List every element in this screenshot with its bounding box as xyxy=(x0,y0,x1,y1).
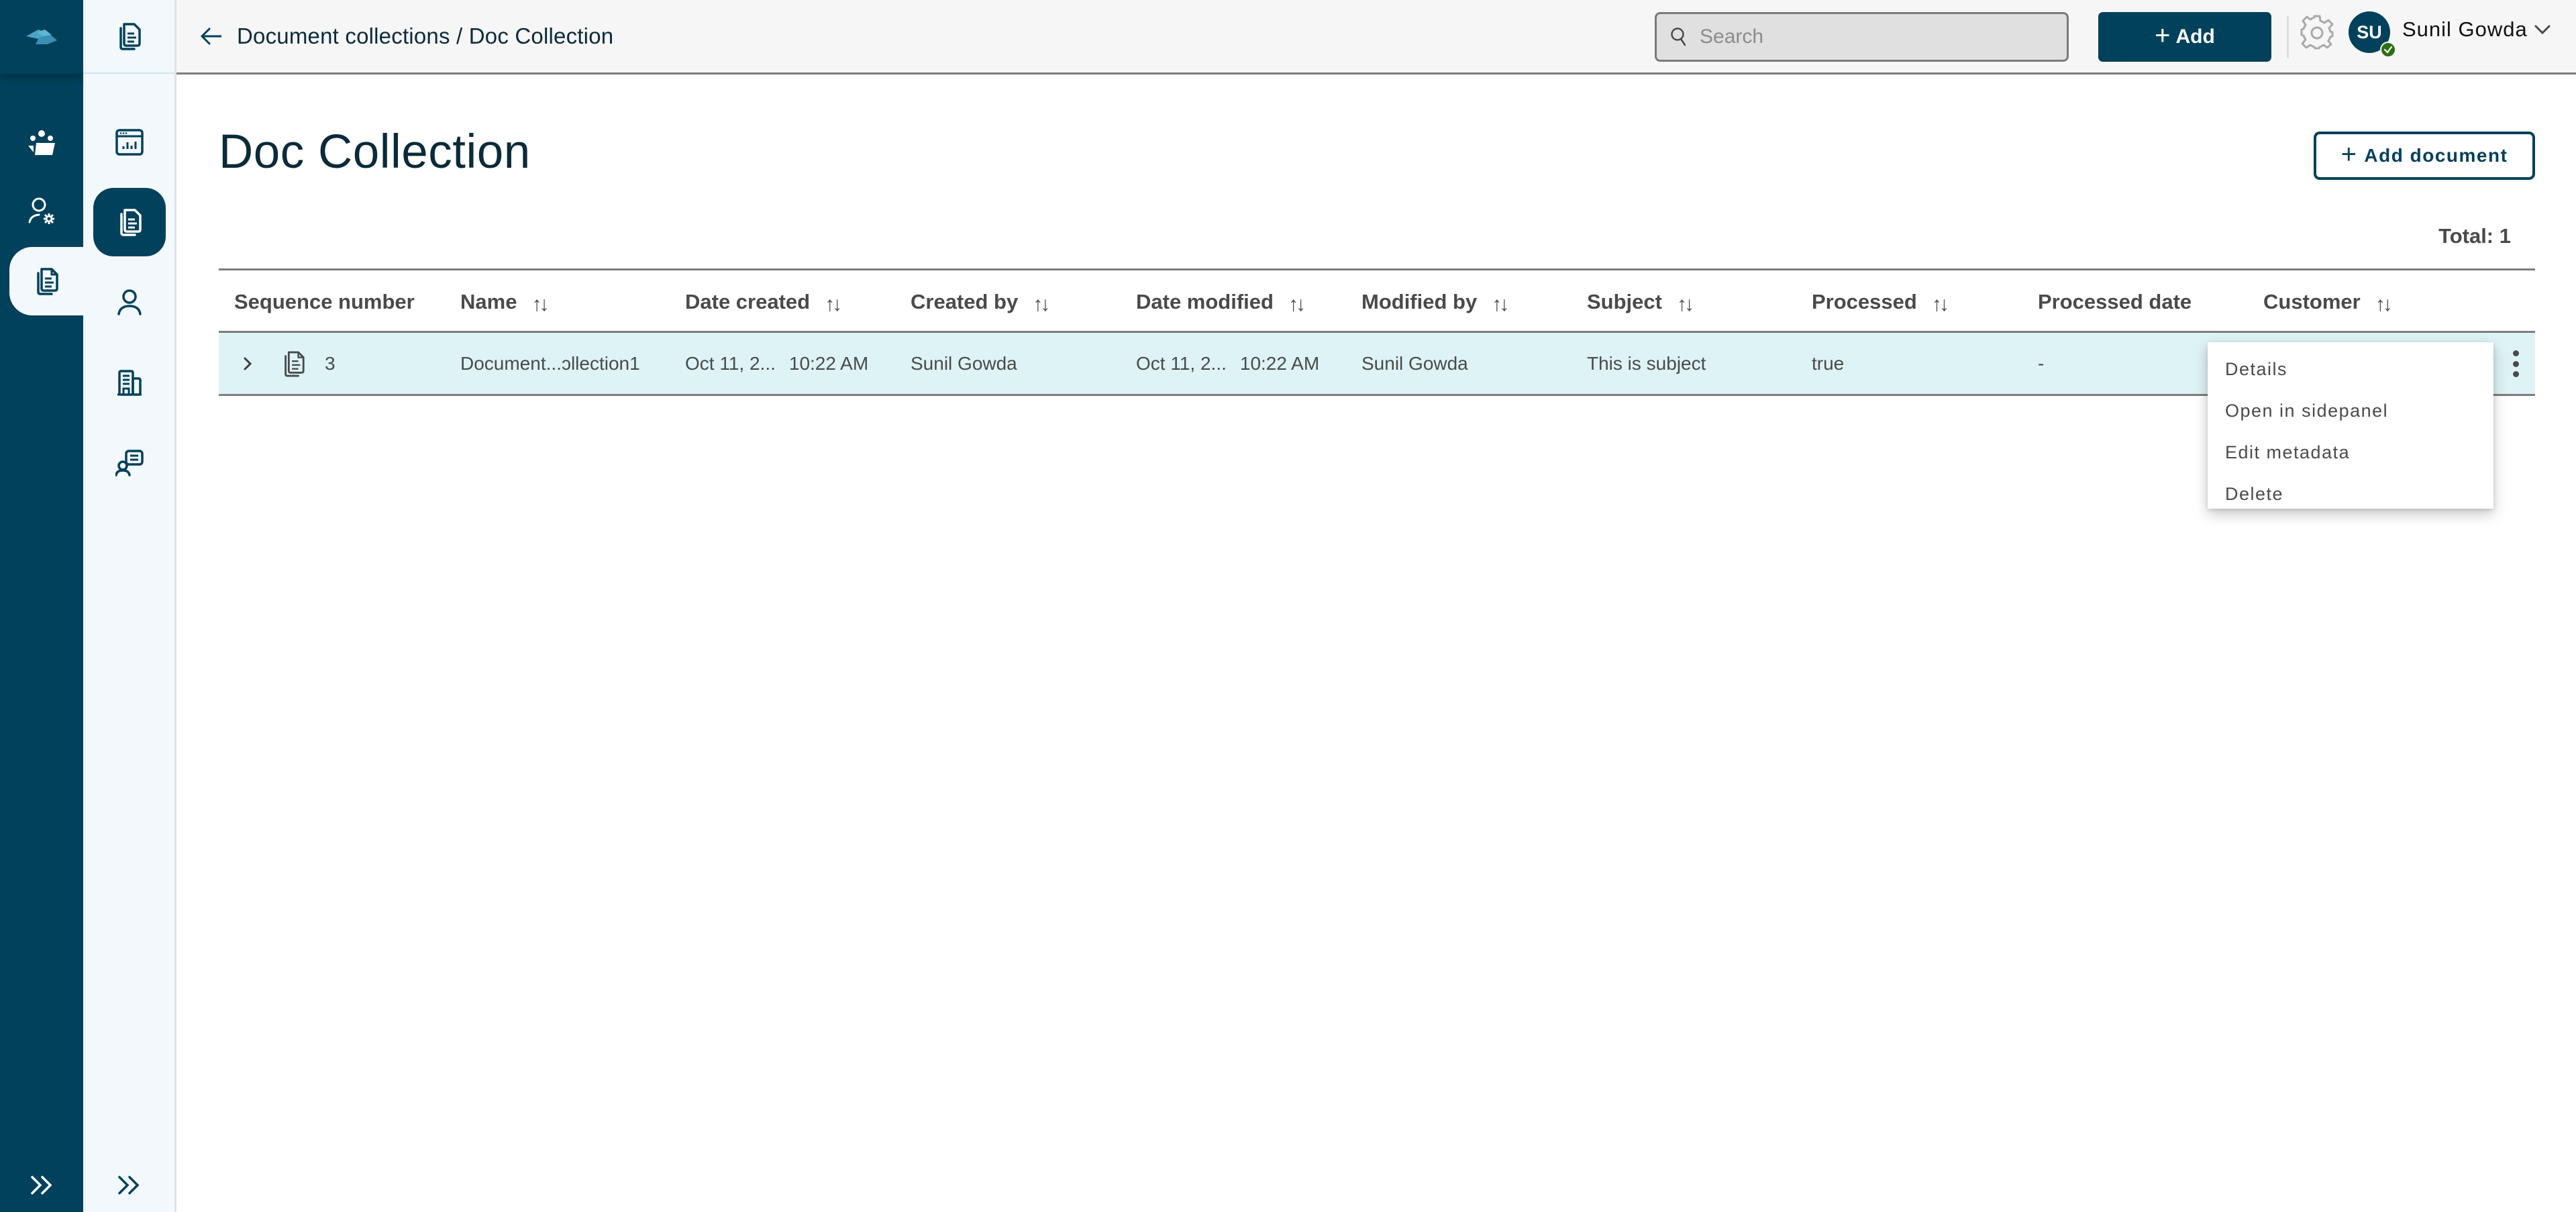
chevron-down-icon[interactable] xyxy=(2534,23,2551,36)
contact-icon xyxy=(115,450,144,476)
user-icon xyxy=(117,289,142,315)
sort-icon[interactable]: ↑↓ xyxy=(2375,293,2393,316)
row-actions-button[interactable] xyxy=(2506,348,2526,380)
double-chevron-right-icon xyxy=(31,1176,52,1195)
expand-row-button[interactable] xyxy=(243,333,252,394)
app-logo[interactable] xyxy=(0,0,83,74)
sort-icon[interactable]: ↑↓ xyxy=(825,293,842,316)
cell-modified-by: Sunil Gowda xyxy=(1361,352,1468,374)
sidebar-item-dashboard[interactable] xyxy=(93,108,166,176)
cell-name[interactable]: Document...ɔllection1 xyxy=(460,333,640,394)
user-avatar[interactable]: SU xyxy=(2349,11,2396,58)
page-title: Doc Collection xyxy=(219,125,531,179)
cell-date-created: Oct 11, 2... 10:22 AM xyxy=(685,333,868,394)
menu-item-delete[interactable]: Delete xyxy=(2208,475,2493,513)
documents-icon xyxy=(37,268,58,295)
cell-processed-date: - xyxy=(2038,352,2045,374)
kebab-dot xyxy=(2512,371,2519,377)
column-header-date-created[interactable]: Date created ↑↓ xyxy=(685,270,842,333)
plus-icon: + xyxy=(2155,21,2171,50)
rail-item-teams[interactable] xyxy=(0,109,83,176)
documents-icon xyxy=(120,209,142,236)
cell-processed: true xyxy=(1812,352,1845,374)
back-button[interactable] xyxy=(199,24,223,48)
column-header-customer[interactable]: Customer ↑↓ xyxy=(2263,270,2393,333)
sort-icon[interactable]: ↑↓ xyxy=(1677,293,1694,316)
secondary-sidebar xyxy=(83,0,176,1212)
avatar-initials: SU xyxy=(2357,21,2382,42)
menu-item-details[interactable]: Details xyxy=(2208,350,2493,388)
kebab-dot xyxy=(2512,360,2519,367)
column-header-sequence-number: Sequence number xyxy=(234,289,415,313)
cell-sequence-number: 3 xyxy=(325,352,336,374)
total-count: Total: 1 xyxy=(2438,224,2511,248)
cell-date-modified-time: 10:22 AM xyxy=(1239,352,1320,374)
check-icon xyxy=(2383,46,2393,54)
search-field[interactable] xyxy=(1655,12,2069,62)
online-status-badge xyxy=(2380,42,2396,58)
column-header-modified-by[interactable]: Modified by ↑↓ xyxy=(1361,270,1509,333)
document-icon xyxy=(285,350,305,376)
breadcrumb: Document collections / Doc Collection xyxy=(199,20,613,52)
search-input[interactable] xyxy=(1700,26,2049,48)
header-divider xyxy=(2287,16,2289,58)
settings-button[interactable] xyxy=(2300,15,2334,50)
column-header-processed-date: Processed date xyxy=(2038,289,2192,313)
building-icon xyxy=(117,370,142,396)
rail-item-documents[interactable] xyxy=(9,247,83,315)
kebab-dot xyxy=(2512,350,2519,356)
row-context-menu: Details Open in sidepanel Edit metadata … xyxy=(2208,342,2493,509)
dashboard-icon xyxy=(115,129,144,156)
double-chevron-right-icon xyxy=(118,1176,140,1195)
documents-icon xyxy=(119,23,141,50)
add-button-label: Add xyxy=(2175,26,2215,48)
cell-subject: This is subject xyxy=(1587,352,1706,374)
primary-sidebar xyxy=(0,0,83,1212)
top-header: Document collections / Doc Collection + … xyxy=(176,0,2576,74)
sort-icon[interactable]: ↑↓ xyxy=(531,293,549,316)
sidebar-item-users[interactable] xyxy=(93,268,166,336)
sidebar-item-document-collections[interactable] xyxy=(93,188,166,256)
add-button[interactable]: + Add xyxy=(2098,12,2271,62)
sort-icon[interactable]: ↑↓ xyxy=(1492,293,1509,316)
user-settings-icon xyxy=(28,197,54,224)
menu-item-edit-metadata[interactable]: Edit metadata xyxy=(2208,434,2493,471)
chevron-right-icon xyxy=(244,357,252,370)
cell-created-by: Sunil Gowda xyxy=(911,352,1017,374)
plus-icon: + xyxy=(2340,140,2358,169)
table-header: Sequence number Name ↑↓ Date created ↑↓ … xyxy=(219,268,2535,333)
app-logo-icon xyxy=(26,30,57,44)
sidebar-item-organizations[interactable] xyxy=(93,348,166,417)
documents-table: Sequence number Name ↑↓ Date created ↑↓ … xyxy=(219,268,2535,396)
document-type-icon-cell xyxy=(280,333,306,394)
sort-icon[interactable]: ↑↓ xyxy=(1932,293,1949,316)
cell-date-created-date: Oct 11, 2... xyxy=(685,352,776,374)
column-header-processed[interactable]: Processed ↑↓ xyxy=(1812,270,1949,333)
gear-icon xyxy=(2300,15,2334,50)
sidebar-item-contacts[interactable] xyxy=(93,429,166,497)
cell-date-modified-date: Oct 11, 2... xyxy=(1136,352,1227,374)
column-header-created-by[interactable]: Created by ↑↓ xyxy=(911,270,1050,333)
arrow-left-icon xyxy=(200,28,221,45)
table-row[interactable]: 3 Document...ɔllection1 Oct 11, 2... 10:… xyxy=(219,333,2535,396)
breadcrumb-text[interactable]: Document collections / Doc Collection xyxy=(237,23,613,49)
search-icon xyxy=(1671,28,1686,46)
secondary-sidebar-header xyxy=(83,0,174,74)
column-header-date-modified[interactable]: Date modified ↑↓ xyxy=(1136,270,1306,333)
column-header-subject[interactable]: Subject ↑↓ xyxy=(1587,270,1694,333)
user-name[interactable]: Sunil Gowda xyxy=(2402,17,2528,42)
sort-icon[interactable]: ↑↓ xyxy=(1033,293,1050,316)
team-icon xyxy=(28,130,55,155)
expand-secondary-sidebar-button[interactable] xyxy=(83,1166,174,1204)
column-header-name[interactable]: Name ↑↓ xyxy=(460,270,549,333)
expand-primary-sidebar-button[interactable] xyxy=(0,1166,83,1204)
cell-date-created-time: 10:22 AM xyxy=(788,352,869,374)
sort-icon[interactable]: ↑↓ xyxy=(1288,293,1306,316)
menu-item-open-in-sidepanel[interactable]: Open in sidepanel xyxy=(2208,392,2493,430)
rail-item-user-settings[interactable] xyxy=(0,178,83,245)
add-document-label: Add document xyxy=(2364,145,2508,166)
add-document-button[interactable]: + Add document xyxy=(2314,132,2535,180)
cell-date-modified: Oct 11, 2... 10:22 AM xyxy=(1136,333,1319,394)
